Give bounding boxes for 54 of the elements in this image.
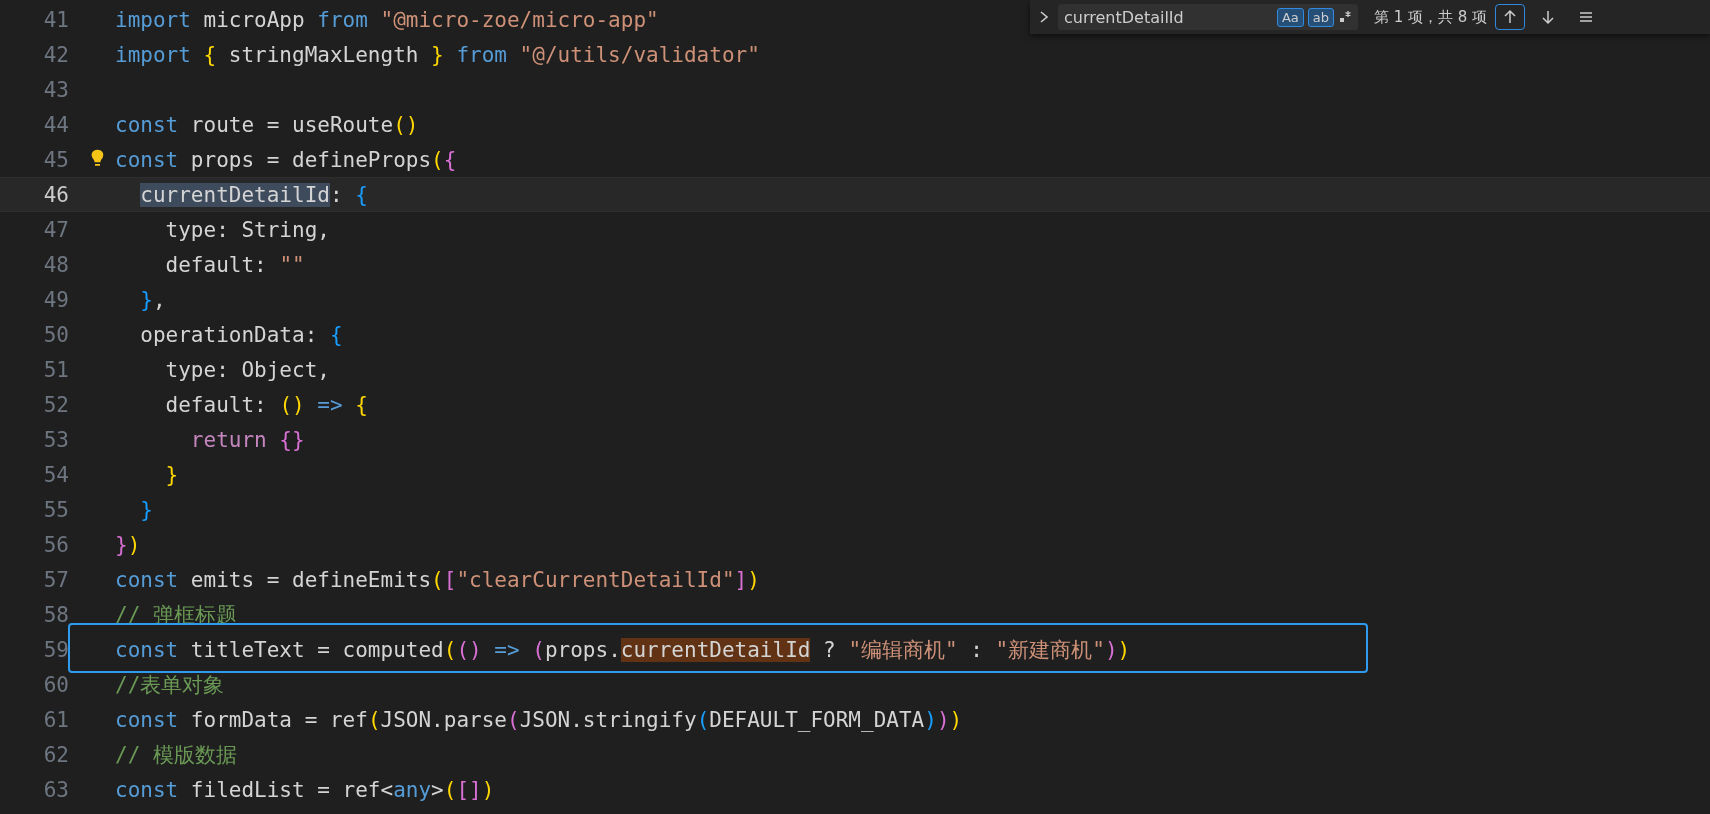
code-line: } <box>164 462 179 487</box>
option-toggle[interactable]: Aa <box>1276 7 1304 27</box>
line-number: 59 <box>42 637 69 662</box>
line-number: 52 <box>42 392 69 417</box>
arrow-up-icon <box>1503 9 1518 25</box>
option-toggle[interactable]: ab <box>1307 7 1334 27</box>
code-line: import { stringMaxLength } from "@/utils/validator" <box>115 42 760 67</box>
search-field[interactable]: currentDetailId Aa ab <box>1058 4 1358 30</box>
code-line: } <box>139 497 153 522</box>
code-line: const props = defineProps({ <box>115 147 457 172</box>
code-line: currentDetailId: { <box>139 182 368 207</box>
line-number: 49 <box>42 287 69 312</box>
line-number: 61 <box>42 707 69 732</box>
previous-match-button[interactable] <box>1495 4 1526 30</box>
regex-icon[interactable] <box>1338 10 1352 24</box>
line-number: 62 <box>42 742 69 767</box>
line-number: 58 <box>42 602 69 627</box>
code-line: const emits = defineEmits(["clearCurrentDetailId"]) <box>115 567 760 592</box>
code-line: const filedList = ref<any>([]) <box>115 777 495 802</box>
menu-icon <box>1578 10 1595 24</box>
line-number: 57 <box>42 567 69 592</box>
chevron-icon[interactable] <box>1038 10 1050 24</box>
line-number: 45 <box>42 147 69 172</box>
code-line: // 模版数据 <box>115 741 237 769</box>
match-count: 第 1 项，共 8 项 <box>1374 7 1488 27</box>
code-line: operationData: { <box>139 322 343 347</box>
line-number: 63 <box>42 777 69 802</box>
code-line: }) <box>115 532 141 557</box>
line-number: 56 <box>42 532 69 557</box>
line-number: 47 <box>42 217 69 242</box>
line-number: 46 <box>42 182 69 207</box>
line-number: 42 <box>42 42 69 67</box>
line-number: 48 <box>42 252 69 277</box>
code-line: }, <box>139 287 166 312</box>
arrow-down-icon <box>1541 9 1556 25</box>
code-line: default: () => { <box>164 392 368 417</box>
code-line: const titleText = computed(() => (props.currentDetailId ? "编辑商机" : "新建商机")) <box>115 636 1131 664</box>
code-line: type: Object, <box>164 357 330 382</box>
line-number: 54 <box>42 462 69 487</box>
line-number: 43 <box>42 77 69 102</box>
code-line: const route = useRoute() <box>115 112 419 137</box>
line-number: 51 <box>42 357 69 382</box>
code-line: //表单对象 <box>115 671 225 699</box>
code-line: default: "" <box>164 252 305 277</box>
line-number: 55 <box>42 497 69 522</box>
code-line: return {} <box>189 427 305 452</box>
code-line: import microApp from "@micro-zoe/micro-app" <box>115 7 659 32</box>
line-number: 50 <box>42 322 69 347</box>
line-number: 44 <box>42 112 69 137</box>
line-number: 41 <box>42 7 69 32</box>
line-number: 60 <box>42 672 69 697</box>
code-line: const formData = ref(JSON.parse(JSON.stringify(DEFAULT_FORM_DATA))) <box>115 707 963 732</box>
line-number: 53 <box>42 427 69 452</box>
code-line: type: String, <box>164 217 330 242</box>
